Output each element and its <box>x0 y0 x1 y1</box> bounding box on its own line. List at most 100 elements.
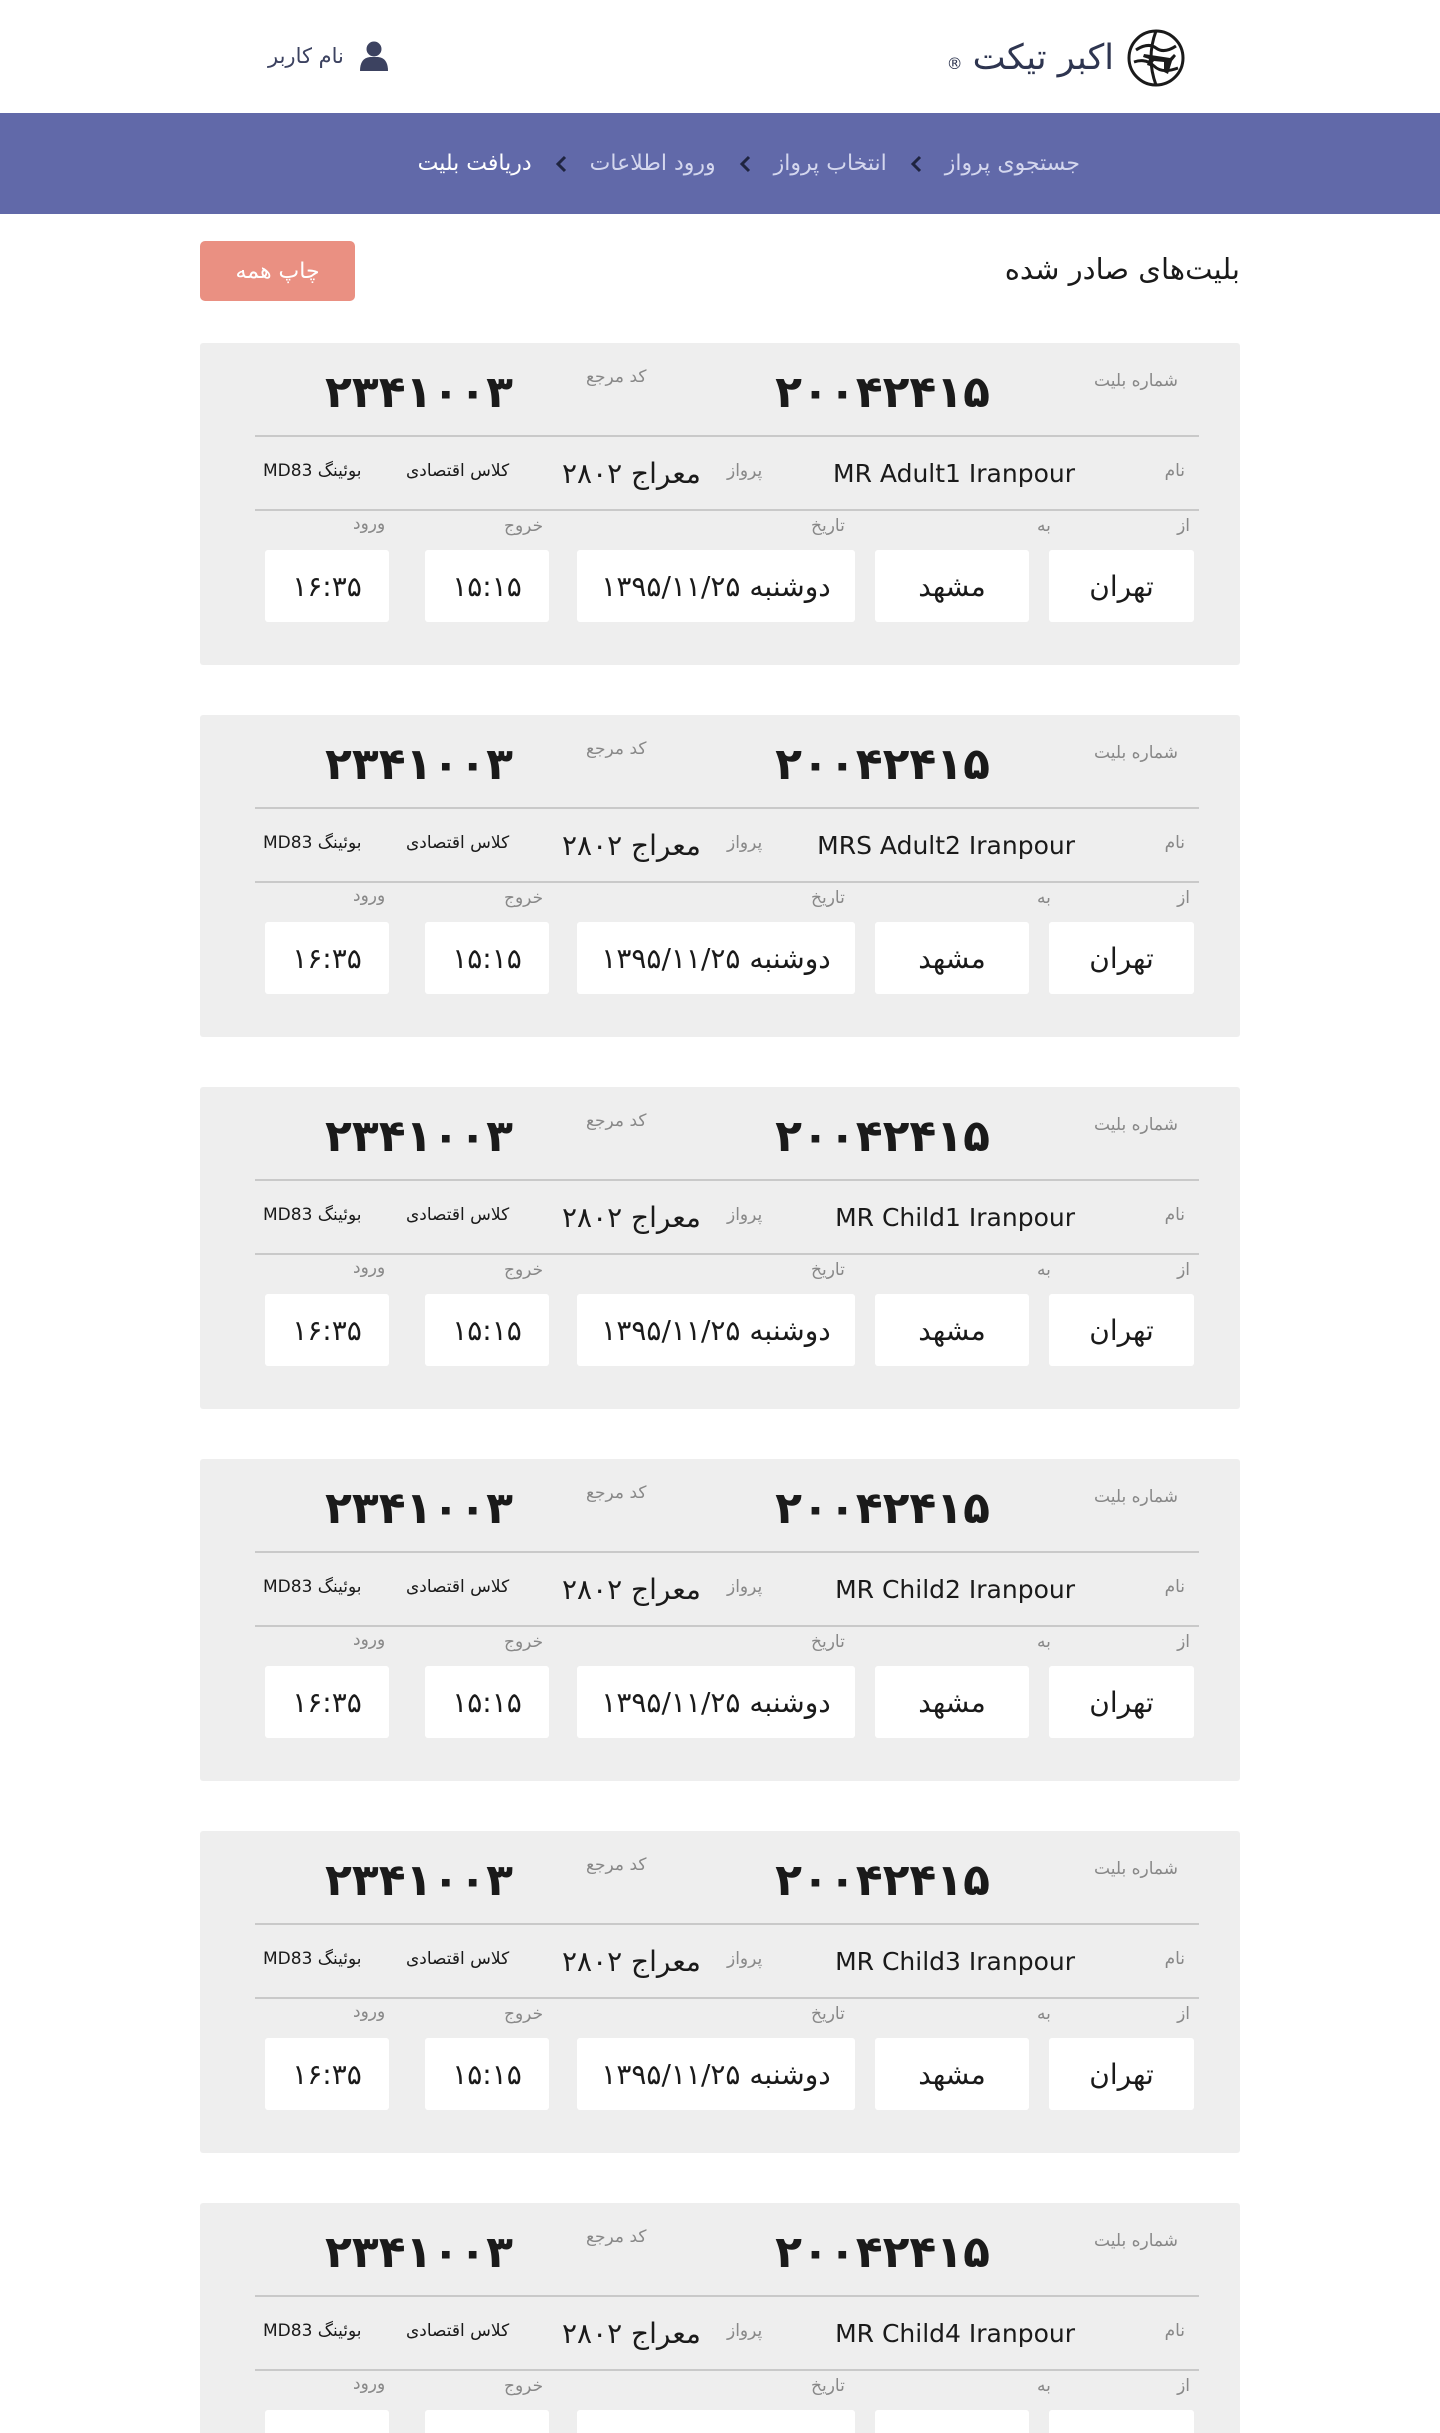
step-enter-info[interactable]: ورود اطلاعات <box>590 151 716 176</box>
from-label: از <box>1177 1260 1190 1280</box>
reference-code-label: کد مرجع <box>586 1855 647 1875</box>
flight-date: دوشنبه ۱۳۹۵/۱۱/۲۵ <box>577 922 855 994</box>
flight-label: پرواز <box>727 1949 763 1969</box>
ticket-number: ۲۰۰۴۲۴۱۵ <box>775 2227 990 2278</box>
reference-code-label: کد مرجع <box>586 1111 647 1131</box>
aircraft-type: بوئینگ MD83 <box>263 461 362 481</box>
to-label: به <box>1037 1260 1051 1280</box>
reference-code: ۲۳۴۱۰۰۳ <box>325 367 513 418</box>
aircraft-type: بوئینگ MD83 <box>263 833 362 853</box>
ticket-number-label: شماره بلیت <box>1094 743 1178 763</box>
flight-number: معراج ۲۸۰۲ <box>562 457 701 490</box>
date-label: تاریخ <box>811 2004 845 2024</box>
booking-steps-bar: جستجوی پرواز انتخاب پرواز ورود اطلاعات د… <box>0 113 1440 214</box>
ticket-number-label: شماره بلیت <box>1094 371 1178 391</box>
ticket-card: شماره بلیت ۲۰۰۴۲۴۱۵ کد مرجع ۲۳۴۱۰۰۳ نام … <box>200 715 1240 1037</box>
brand-logo[interactable]: اکبر تیکت ® <box>926 26 1186 90</box>
from-label: از <box>1177 2376 1190 2396</box>
flight-date: دوشنبه ۱۳۹۵/۱۱/۲۵ <box>577 2038 855 2110</box>
aircraft-type: بوئینگ MD83 <box>263 2321 362 2341</box>
reference-code: ۲۳۴۱۰۰۳ <box>325 1483 513 1534</box>
page-title: بلیت‌های صادر شده <box>1004 252 1240 286</box>
divider <box>255 1253 1199 1255</box>
top-header: اکبر تیکت ® نام کاربر <box>0 0 1440 113</box>
origin-city: تهران <box>1049 1666 1194 1738</box>
flight-date: دوشنبه ۱۳۹۵/۱۱/۲۵ <box>577 2410 855 2433</box>
name-label: نام <box>1164 833 1185 853</box>
origin-city: تهران <box>1049 550 1194 622</box>
departure-label: خروج <box>504 2004 544 2024</box>
flight-label: پرواز <box>727 2321 763 2341</box>
cabin-class: کلاس اقتصادی <box>406 833 510 853</box>
to-label: به <box>1037 2004 1051 2024</box>
destination-city: مشهد <box>875 1666 1029 1738</box>
flight-number: معراج ۲۸۰۲ <box>562 829 701 862</box>
user-menu[interactable]: نام کاربر <box>268 36 388 76</box>
ticket-number: ۲۰۰۴۲۴۱۵ <box>775 739 990 790</box>
flight-number: معراج ۲۸۰۲ <box>562 1201 701 1234</box>
aircraft-type: بوئینگ MD83 <box>263 1949 362 1969</box>
booking-steps: جستجوی پرواز انتخاب پرواز ورود اطلاعات د… <box>418 113 1080 214</box>
divider <box>255 1551 1199 1553</box>
flight-date: دوشنبه ۱۳۹۵/۱۱/۲۵ <box>577 1666 855 1738</box>
destination-city: مشهد <box>875 922 1029 994</box>
date-label: تاریخ <box>811 516 845 536</box>
user-icon <box>359 41 388 71</box>
passenger-name: MRS Adult2 Iranpour <box>817 831 1075 860</box>
reference-code: ۲۳۴۱۰۰۳ <box>325 1855 513 1906</box>
step-search-flight[interactable]: جستجوی پرواز <box>945 151 1080 176</box>
destination-city: مشهد <box>875 550 1029 622</box>
arrival-label: ورود <box>353 514 386 534</box>
divider <box>255 1179 1199 1181</box>
cabin-class: کلاس اقتصادی <box>406 1949 510 1969</box>
departure-time: ۱۵:۱۵ <box>425 550 549 622</box>
reference-code: ۲۳۴۱۰۰۳ <box>325 2227 513 2278</box>
arrival-time: ۱۶:۳۵ <box>265 1294 389 1366</box>
from-label: از <box>1177 2004 1190 2024</box>
ticket-number-label: شماره بلیت <box>1094 1859 1178 1879</box>
registered-mark: ® <box>946 53 963 73</box>
step-select-flight[interactable]: انتخاب پرواز <box>774 151 887 176</box>
brand-name: اکبر تیکت <box>972 38 1114 78</box>
reference-code: ۲۳۴۱۰۰۳ <box>325 1111 513 1162</box>
cabin-class: کلاس اقتصادی <box>406 1577 510 1597</box>
departure-label: خروج <box>504 1632 544 1652</box>
arrival-label: ورود <box>353 2374 386 2394</box>
divider <box>255 881 1199 883</box>
name-label: نام <box>1164 1949 1185 1969</box>
arrival-label: ورود <box>353 886 386 906</box>
name-label: نام <box>1164 2321 1185 2341</box>
name-label: نام <box>1164 461 1185 481</box>
print-all-button[interactable]: چاپ همه <box>200 241 355 301</box>
origin-city: تهران <box>1049 2038 1194 2110</box>
departure-label: خروج <box>504 2376 544 2396</box>
passenger-name: MR Child1 Iranpour <box>835 1203 1075 1232</box>
origin-city: تهران <box>1049 2410 1194 2433</box>
departure-time: ۱۵:۱۵ <box>425 922 549 994</box>
flight-label: پرواز <box>727 1577 763 1597</box>
chevron-left-icon <box>910 155 921 172</box>
divider <box>255 1625 1199 1627</box>
chevron-left-icon <box>739 155 750 172</box>
arrival-time: ۱۶:۳۵ <box>265 1666 389 1738</box>
divider <box>255 435 1199 437</box>
date-label: تاریخ <box>811 2376 845 2396</box>
departure-time: ۱۵:۱۵ <box>425 1294 549 1366</box>
destination-city: مشهد <box>875 2410 1029 2433</box>
destination-city: مشهد <box>875 2038 1029 2110</box>
ticket-number-label: شماره بلیت <box>1094 1115 1178 1135</box>
reference-code-label: کد مرجع <box>586 1483 647 1503</box>
reference-code-label: کد مرجع <box>586 739 647 759</box>
departure-label: خروج <box>504 888 544 908</box>
ticket-number: ۲۰۰۴۲۴۱۵ <box>775 1111 990 1162</box>
flight-date: دوشنبه ۱۳۹۵/۱۱/۲۵ <box>577 1294 855 1366</box>
flight-number: معراج ۲۸۰۲ <box>562 1573 701 1606</box>
name-label: نام <box>1164 1205 1185 1225</box>
arrival-label: ورود <box>353 1258 386 1278</box>
departure-time: ۱۵:۱۵ <box>425 1666 549 1738</box>
step-receive-ticket[interactable]: دریافت بلیت <box>418 151 532 176</box>
passenger-name: MR Child3 Iranpour <box>835 1947 1075 1976</box>
arrival-time: ۱۶:۳۵ <box>265 922 389 994</box>
reference-code-label: کد مرجع <box>586 367 647 387</box>
aircraft-type: بوئینگ MD83 <box>263 1205 362 1225</box>
